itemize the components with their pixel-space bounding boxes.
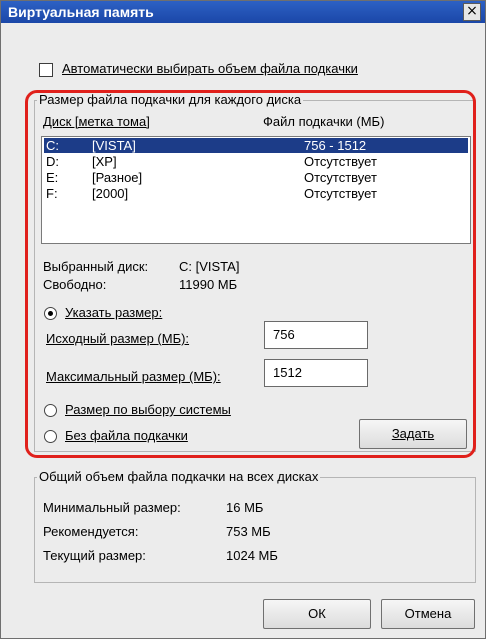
min-size-value: 16 МБ [226, 500, 264, 515]
auto-size-checkbox[interactable] [39, 63, 53, 77]
current-size-label: Текущий размер: [43, 548, 146, 563]
auto-size-label[interactable]: Автоматически выбирать объем файла подка… [62, 61, 358, 76]
window-title: Виртуальная память [8, 4, 154, 20]
highlight-frame [25, 90, 476, 458]
recommended-value: 753 МБ [226, 524, 271, 539]
total-group-title: Общий объем файла подкачки на всех диска… [37, 469, 321, 484]
current-size-value: 1024 МБ [226, 548, 278, 563]
recommended-label: Рекомендуется: [43, 524, 139, 539]
virtual-memory-dialog: Виртуальная память × Автоматически выбир… [0, 0, 486, 639]
min-size-label: Минимальный размер: [43, 500, 181, 515]
close-button[interactable]: × [463, 3, 481, 21]
ok-button[interactable]: ОК [263, 599, 371, 629]
cancel-button[interactable]: Отмена [381, 599, 475, 629]
title-bar[interactable]: Виртуальная память × [1, 1, 485, 23]
